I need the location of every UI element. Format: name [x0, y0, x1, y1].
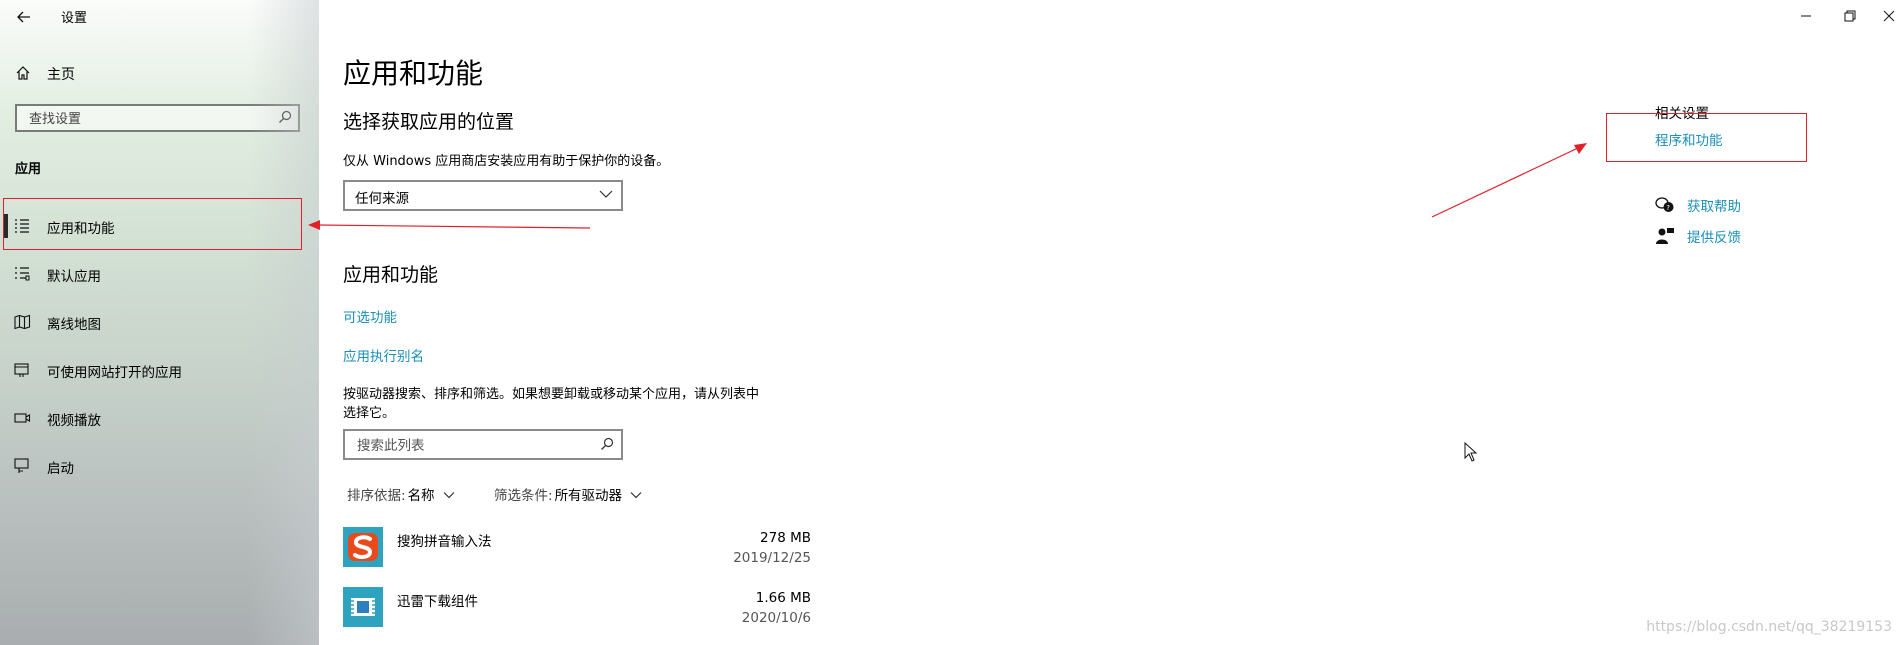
sidebar-item-startup[interactable]: 启动 [0, 444, 300, 488]
apps-description-line1: 按驱动器搜索、排序和筛选。如果想要卸载或移动某个应用，请从列表中 [343, 387, 760, 402]
app-list-search-input[interactable] [355, 436, 589, 456]
default-apps-icon [15, 267, 30, 281]
get-help-link[interactable]: ? 获取帮助 [1655, 194, 1741, 216]
app-size: 278 MB [760, 530, 811, 546]
sidebar-item-label: 视频播放 [47, 413, 101, 429]
close-icon [1883, 10, 1895, 22]
page-title: 应用和功能 [343, 57, 484, 90]
app-install-date: 2019/12/25 [733, 550, 811, 566]
sidebar-item-offline-maps[interactable]: 离线地图 [0, 300, 300, 344]
main-content: 应用和功能 选择获取应用的位置 仅从 Windows 应用商店安装应用有助于保护… [319, 0, 1904, 645]
filter-label: 筛选条件: [494, 488, 553, 504]
sidebar-item-default-apps[interactable]: 默认应用 [0, 252, 300, 296]
related-settings-title: 相关设置 [1655, 106, 1709, 122]
sidebar-item-apps-for-websites[interactable]: 可使用网站打开的应用 [0, 348, 300, 392]
filter-value: 所有驱动器 [554, 488, 623, 504]
close-button[interactable] [1874, 4, 1904, 28]
get-help-label: 获取帮助 [1687, 199, 1741, 215]
minimize-icon [1801, 15, 1811, 17]
sidebar-item-label: 可使用网站打开的应用 [47, 365, 182, 381]
sort-label: 排序依据: [347, 488, 406, 504]
chevron-down-icon [443, 492, 454, 499]
give-feedback-link[interactable]: 提供反馈 [1655, 225, 1741, 247]
video-playback-icon [14, 413, 31, 423]
sidebar: 设置 主页 应用 应用和功能 默认应用 离线地图 [0, 0, 319, 645]
app-name: 搜狗拼音输入法 [397, 534, 492, 550]
help-chat-icon: ? [1655, 197, 1674, 212]
watermark: https://blog.csdn.net/qq_38219153 [1646, 619, 1892, 635]
app-size: 1.66 MB [755, 590, 811, 606]
app-name: 迅雷下载组件 [397, 594, 478, 610]
apps-section-heading: 应用和功能 [343, 264, 439, 286]
sort-value: 名称 [407, 488, 435, 504]
sidebar-item-label: 默认应用 [47, 269, 101, 285]
app-list-search-box[interactable] [343, 429, 623, 460]
app-execution-aliases-link[interactable]: 应用执行别名 [343, 345, 424, 365]
chevron-down-icon [630, 492, 642, 499]
sogou-icon [343, 527, 383, 567]
optional-features-link[interactable]: 可选功能 [343, 306, 397, 326]
thunder-icon [343, 587, 383, 627]
sidebar-item-label: 启动 [47, 461, 74, 477]
offline-maps-icon [14, 314, 31, 330]
window-title: 设置 [61, 11, 88, 26]
app-list-item[interactable]: 搜狗拼音输入法 278 MB 2019/12/25 [343, 527, 811, 571]
minimize-button[interactable] [1791, 4, 1821, 28]
filter-by-control[interactable]: 筛选条件: 所有驱动器 [494, 484, 642, 504]
sidebar-section-label: 应用 [15, 162, 42, 177]
sidebar-item-apps-features[interactable]: 应用和功能 [0, 204, 300, 248]
apps-description-line2: 选择它。 [343, 406, 396, 421]
install-section-heading: 选择获取应用的位置 [343, 111, 515, 133]
sidebar-home-label: 主页 [47, 67, 75, 83]
apps-for-websites-icon [14, 363, 29, 377]
chevron-down-icon [599, 190, 613, 198]
feedback-icon [1656, 228, 1674, 244]
give-feedback-label: 提供反馈 [1687, 230, 1741, 246]
apps-features-icon [15, 219, 29, 233]
apps-section-description: 按驱动器搜索、排序和筛选。如果想要卸载或移动某个应用，请从列表中 选择它。 [343, 385, 759, 423]
sort-by-control[interactable]: 排序依据: 名称 [347, 484, 455, 504]
restore-button[interactable] [1835, 4, 1865, 28]
settings-search-box[interactable] [15, 104, 300, 132]
sidebar-item-video-playback[interactable]: 视频播放 [0, 396, 300, 440]
install-section-description: 仅从 Windows 应用商店安装应用有助于保护你的设备。 [343, 154, 670, 169]
install-source-dropdown[interactable]: 任何来源 [343, 180, 623, 211]
back-button[interactable] [10, 4, 38, 30]
app-list-item[interactable]: 迅雷下载组件 1.66 MB 2020/10/6 [343, 587, 811, 631]
sidebar-item-label: 应用和功能 [47, 221, 115, 237]
programs-features-link[interactable]: 程序和功能 [1655, 129, 1723, 149]
sidebar-item-label: 离线地图 [47, 317, 101, 333]
startup-icon [14, 458, 29, 473]
svg-text:?: ? [1666, 204, 1670, 212]
settings-search-input[interactable] [27, 109, 271, 129]
search-icon[interactable] [278, 110, 292, 124]
restore-icon [1844, 10, 1856, 22]
search-icon[interactable] [600, 437, 614, 451]
home-icon [16, 66, 30, 80]
dropdown-selected-value: 任何来源 [355, 191, 409, 207]
sidebar-item-home[interactable]: 主页 [0, 58, 300, 88]
mouse-cursor-icon [1464, 442, 1478, 462]
back-arrow-icon [17, 11, 30, 23]
app-install-date: 2020/10/6 [741, 610, 811, 626]
